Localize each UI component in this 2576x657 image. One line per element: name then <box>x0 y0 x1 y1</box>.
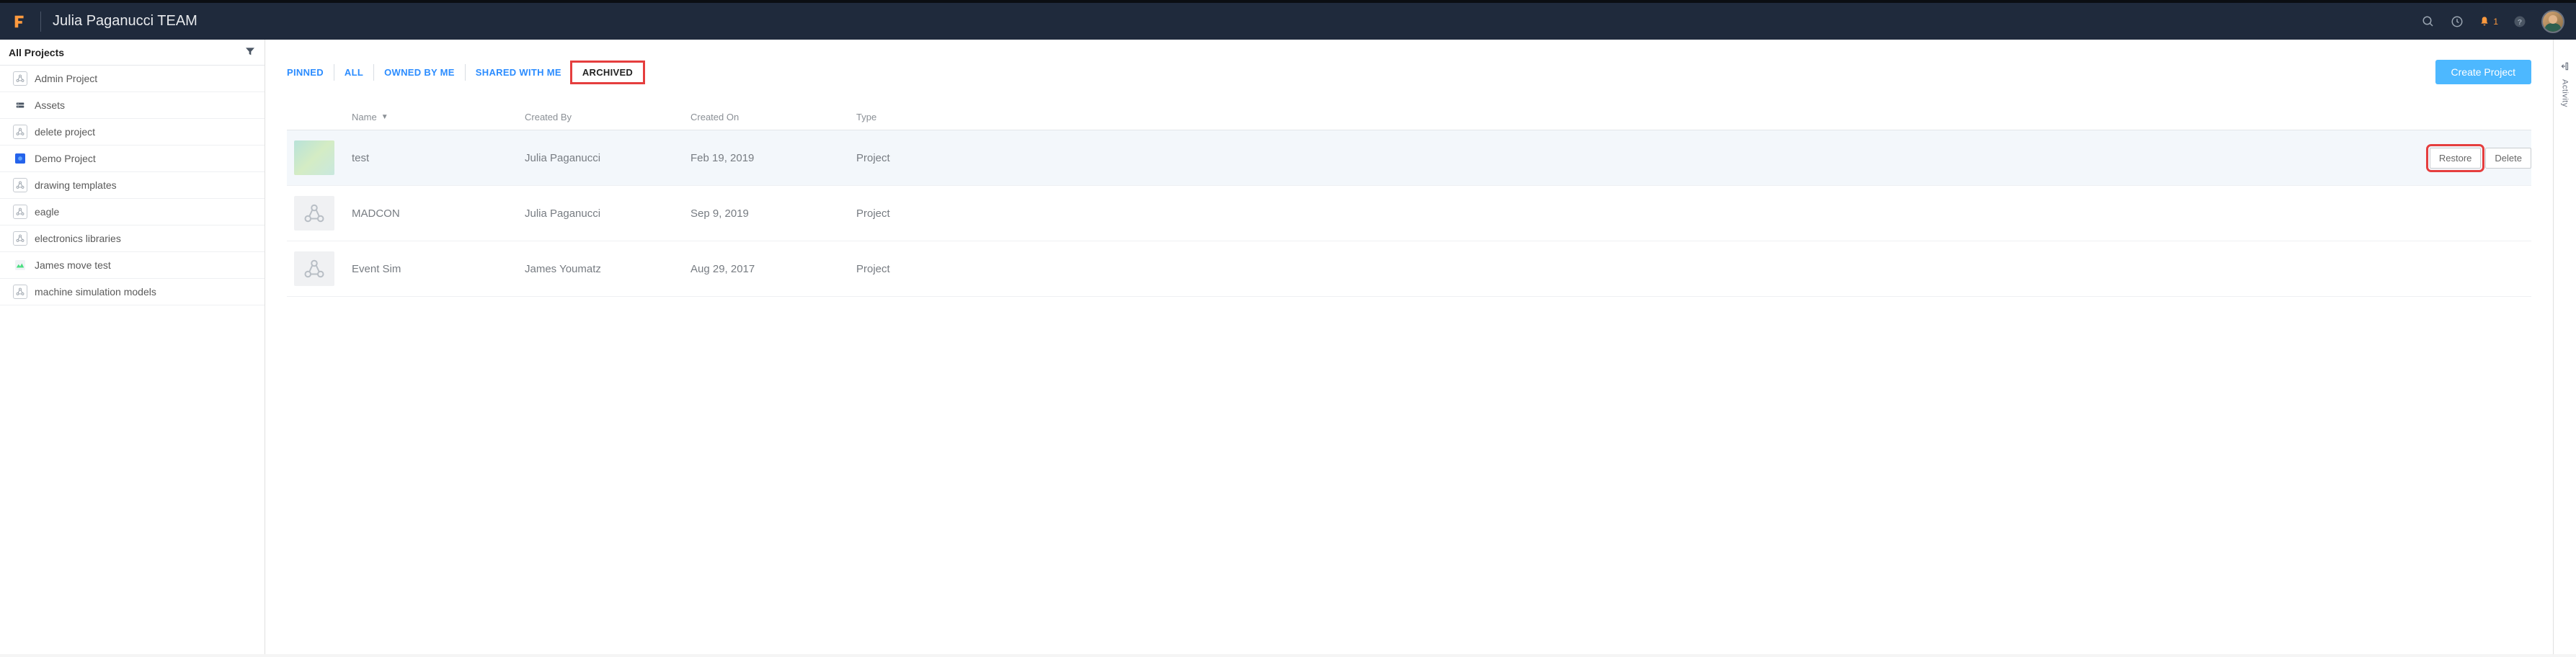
notification-count: 1 <box>2493 17 2498 27</box>
header-right: 1 ? <box>2421 10 2564 33</box>
svg-text:?: ? <box>2518 17 2522 26</box>
sidebar-item[interactable]: James move test <box>0 252 265 279</box>
project-icon <box>13 258 27 272</box>
row-created-on: Aug 29, 2017 <box>690 263 856 275</box>
sidebar-item-label: drawing templates <box>35 179 117 191</box>
row-type: Project <box>856 263 961 275</box>
team-name[interactable]: Julia Paganucci TEAM <box>53 13 197 30</box>
row-type: Project <box>856 152 961 164</box>
help-icon[interactable]: ? <box>2513 14 2527 29</box>
project-icon <box>13 178 27 192</box>
column-created-on[interactable]: Created On <box>690 112 856 122</box>
project-thumbnail <box>294 196 334 231</box>
project-thumbnail <box>294 251 334 286</box>
fusion-logo-icon[interactable] <box>12 13 29 30</box>
table-row[interactable]: testJulia PaganucciFeb 19, 2019ProjectRe… <box>287 130 2531 186</box>
table-row[interactable]: MADCONJulia PaganucciSep 9, 2019Project <box>287 186 2531 241</box>
row-type: Project <box>856 207 961 220</box>
bell-icon <box>2479 16 2490 27</box>
row-created-by: James Youmatz <box>525 263 690 275</box>
sidebar-item[interactable]: drawing templates <box>0 172 265 199</box>
sidebar-item[interactable]: delete project <box>0 119 265 146</box>
sidebar-item[interactable]: Assets <box>0 92 265 119</box>
sidebar-item-label: James move test <box>35 259 111 271</box>
sidebar-item-label: electronics libraries <box>35 233 121 244</box>
row-actions: RestoreDelete <box>961 148 2531 169</box>
project-icon <box>13 205 27 219</box>
project-icon <box>13 98 27 112</box>
restore-button[interactable]: Restore <box>2430 148 2482 169</box>
sidebar-item[interactable]: machine simulation models <box>0 279 265 305</box>
sidebar-item-label: machine simulation models <box>35 286 156 298</box>
sidebar-item-label: eagle <box>35 206 59 218</box>
project-icon <box>13 71 27 86</box>
notifications-button[interactable]: 1 <box>2479 16 2498 27</box>
project-icon <box>13 285 27 299</box>
sidebar: All Projects Admin Project Assets delete p… <box>0 40 265 654</box>
app-header: Julia Paganucci TEAM 1 ? <box>0 0 2576 40</box>
project-thumbnail <box>294 140 334 175</box>
tab-all[interactable]: ALL <box>334 64 374 81</box>
tab-owned-by-me[interactable]: OWNED BY ME <box>374 64 466 81</box>
sidebar-title: All Projects <box>9 47 64 58</box>
create-project-button[interactable]: Create Project <box>2435 60 2531 84</box>
sidebar-item[interactable]: electronics libraries <box>0 225 265 252</box>
project-icon <box>13 231 27 246</box>
search-icon[interactable] <box>2421 14 2435 29</box>
sidebar-item[interactable]: Demo Project <box>0 146 265 172</box>
row-created-by: Julia Paganucci <box>525 207 690 220</box>
sidebar-item-label: Demo Project <box>35 153 96 164</box>
sidebar-item[interactable]: eagle <box>0 199 265 225</box>
row-created-on: Sep 9, 2019 <box>690 207 856 220</box>
row-name: Event Sim <box>352 263 525 275</box>
header-left: Julia Paganucci TEAM <box>12 12 197 32</box>
collapse-icon[interactable] <box>2560 61 2570 73</box>
column-name[interactable]: Name ▼ <box>352 112 525 122</box>
table-row[interactable]: Event SimJames YoumatzAug 29, 2017Projec… <box>287 241 2531 297</box>
sidebar-item[interactable]: Admin Project <box>0 66 265 92</box>
sidebar-item-label: Assets <box>35 99 65 111</box>
sidebar-item-label: delete project <box>35 126 95 138</box>
user-avatar[interactable] <box>2541 10 2564 33</box>
tab-archived[interactable]: ARCHIVED <box>570 61 645 84</box>
table-header: Name ▼ Created By Created On Type <box>287 106 2531 130</box>
row-created-on: Feb 19, 2019 <box>690 152 856 164</box>
sidebar-header: All Projects <box>0 40 265 66</box>
delete-button[interactable]: Delete <box>2485 148 2531 169</box>
sidebar-item-label: Admin Project <box>35 73 97 84</box>
sort-down-icon: ▼ <box>381 113 388 121</box>
header-divider <box>40 12 41 32</box>
filter-icon[interactable] <box>244 45 256 59</box>
main-content: PINNED ALL OWNED BY ME SHARED WITH ME AR… <box>265 40 2553 654</box>
column-created-by[interactable]: Created By <box>525 112 690 122</box>
project-icon <box>13 151 27 166</box>
column-type[interactable]: Type <box>856 112 961 122</box>
tabs: PINNED ALL OWNED BY ME SHARED WITH ME AR… <box>287 61 645 84</box>
project-icon <box>13 125 27 139</box>
activity-label[interactable]: Activity <box>2561 79 2570 107</box>
activity-rail[interactable]: Activity <box>2553 40 2576 654</box>
clock-icon[interactable] <box>2450 14 2464 29</box>
row-name: MADCON <box>352 207 525 220</box>
tab-pinned[interactable]: PINNED <box>287 64 334 81</box>
row-name: test <box>352 152 525 164</box>
row-created-by: Julia Paganucci <box>525 152 690 164</box>
toolbar: PINNED ALL OWNED BY ME SHARED WITH ME AR… <box>287 60 2531 84</box>
layout: All Projects Admin Project Assets delete p… <box>0 40 2576 654</box>
tab-shared-with-me[interactable]: SHARED WITH ME <box>466 64 572 81</box>
